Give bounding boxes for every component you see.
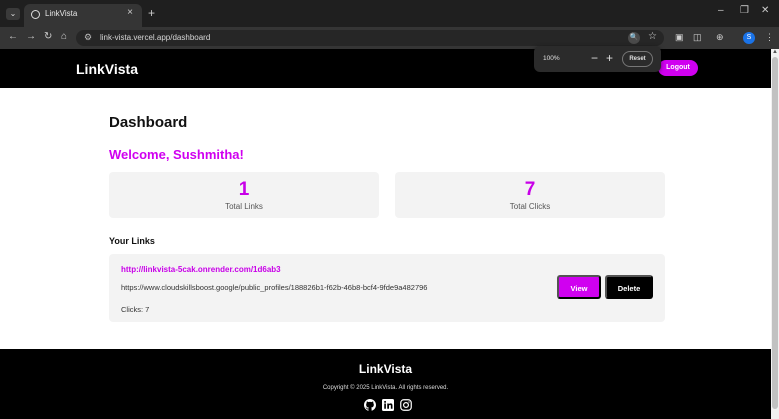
zoom-level: 100% [543, 55, 560, 62]
stat-label: Total Links [225, 202, 263, 211]
site-info-icon[interactable]: ⚙ [84, 32, 92, 43]
zoom-indicator-icon[interactable]: 🔍 [628, 32, 640, 44]
copyright-text: Copyright © 2025 LinkVista. All rights r… [322, 385, 449, 391]
extensions-puzzle-icon[interactable]: ◫ [693, 32, 702, 43]
address-url[interactable]: link-vista.vercel.app/dashboard [100, 33, 210, 42]
stat-card-total-clicks: 7 Total Clicks [395, 172, 665, 218]
link-card: http://linkvista-5cak.onrender.com/1d6ab… [109, 254, 665, 322]
zoom-out-icon[interactable]: − [591, 51, 598, 65]
instagram-icon[interactable] [400, 399, 412, 411]
browser-menu-icon[interactable]: ⋮ [765, 32, 774, 43]
tab-strip: ⌄ LinkVista × + – ❐ ✕ [0, 0, 779, 27]
logout-button[interactable]: Logout [658, 60, 698, 76]
links-heading: Your Links [109, 236, 155, 246]
tab-title: LinkVista [45, 9, 78, 18]
browser-toolbar: ← → ↻ ⌂ ⚙ link-vista.vercel.app/dashboar… [0, 27, 779, 49]
favicon-icon [31, 10, 40, 19]
stat-label: Total Clicks [509, 202, 551, 211]
downloads-icon[interactable]: ⊕ [716, 32, 724, 43]
restore-icon[interactable]: ❐ [740, 5, 749, 16]
welcome-message: Welcome, Sushmitha! [109, 147, 244, 162]
minimize-icon[interactable]: – [718, 5, 724, 16]
stat-card-total-links: 1 Total Links [109, 172, 379, 218]
delete-button[interactable]: Delete [605, 275, 653, 299]
click-count: Clicks: 7 [121, 305, 150, 314]
back-icon[interactable]: ← [8, 31, 18, 42]
reload-icon[interactable]: ↻ [44, 31, 52, 42]
bookmark-star-icon[interactable]: ☆ [648, 31, 657, 42]
github-icon[interactable] [364, 399, 376, 411]
zoom-popup: 100% − + Reset [534, 46, 661, 72]
extension-icon[interactable]: ▣ [675, 32, 684, 43]
site-logo[interactable]: LinkVista [76, 61, 138, 77]
zoom-reset-button[interactable]: Reset [622, 51, 653, 67]
page-title: Dashboard [109, 114, 188, 131]
address-bar[interactable]: ⚙ link-vista.vercel.app/dashboard 🔍 ☆ [76, 30, 664, 46]
view-button[interactable]: View [557, 275, 601, 299]
site-footer: LinkVista Copyright © 2025 LinkVista. Al… [0, 349, 771, 419]
new-tab-icon[interactable]: + [148, 6, 155, 20]
scroll-thumb[interactable] [772, 57, 778, 409]
original-url: https://www.cloudskillsboost.google/publ… [121, 283, 428, 292]
tab-search-icon[interactable]: ⌄ [6, 8, 20, 20]
linkedin-icon[interactable] [382, 399, 394, 411]
stat-value: 7 [524, 179, 536, 200]
home-icon[interactable]: ⌂ [61, 31, 67, 42]
tab-close-icon[interactable]: × [127, 7, 133, 18]
short-url-link[interactable]: http://linkvista-5cak.onrender.com/1d6ab… [121, 265, 281, 274]
browser-window: ⌄ LinkVista × + – ❐ ✕ ← → ↻ ⌂ ⚙ link-vis… [0, 0, 779, 419]
footer-brand: LinkVista [358, 362, 413, 376]
browser-tab[interactable]: LinkVista × [24, 4, 142, 27]
page-scrollbar[interactable]: ▲ [771, 49, 779, 419]
web-page: LinkVista Logout Dashboard Welcome, Sush… [0, 49, 771, 419]
stat-value: 1 [238, 179, 250, 200]
forward-icon[interactable]: → [26, 31, 36, 42]
zoom-in-icon[interactable]: + [606, 51, 613, 65]
window-close-icon[interactable]: ✕ [761, 5, 769, 16]
profile-avatar[interactable]: S [743, 32, 755, 44]
scroll-up-icon[interactable]: ▲ [772, 49, 778, 55]
